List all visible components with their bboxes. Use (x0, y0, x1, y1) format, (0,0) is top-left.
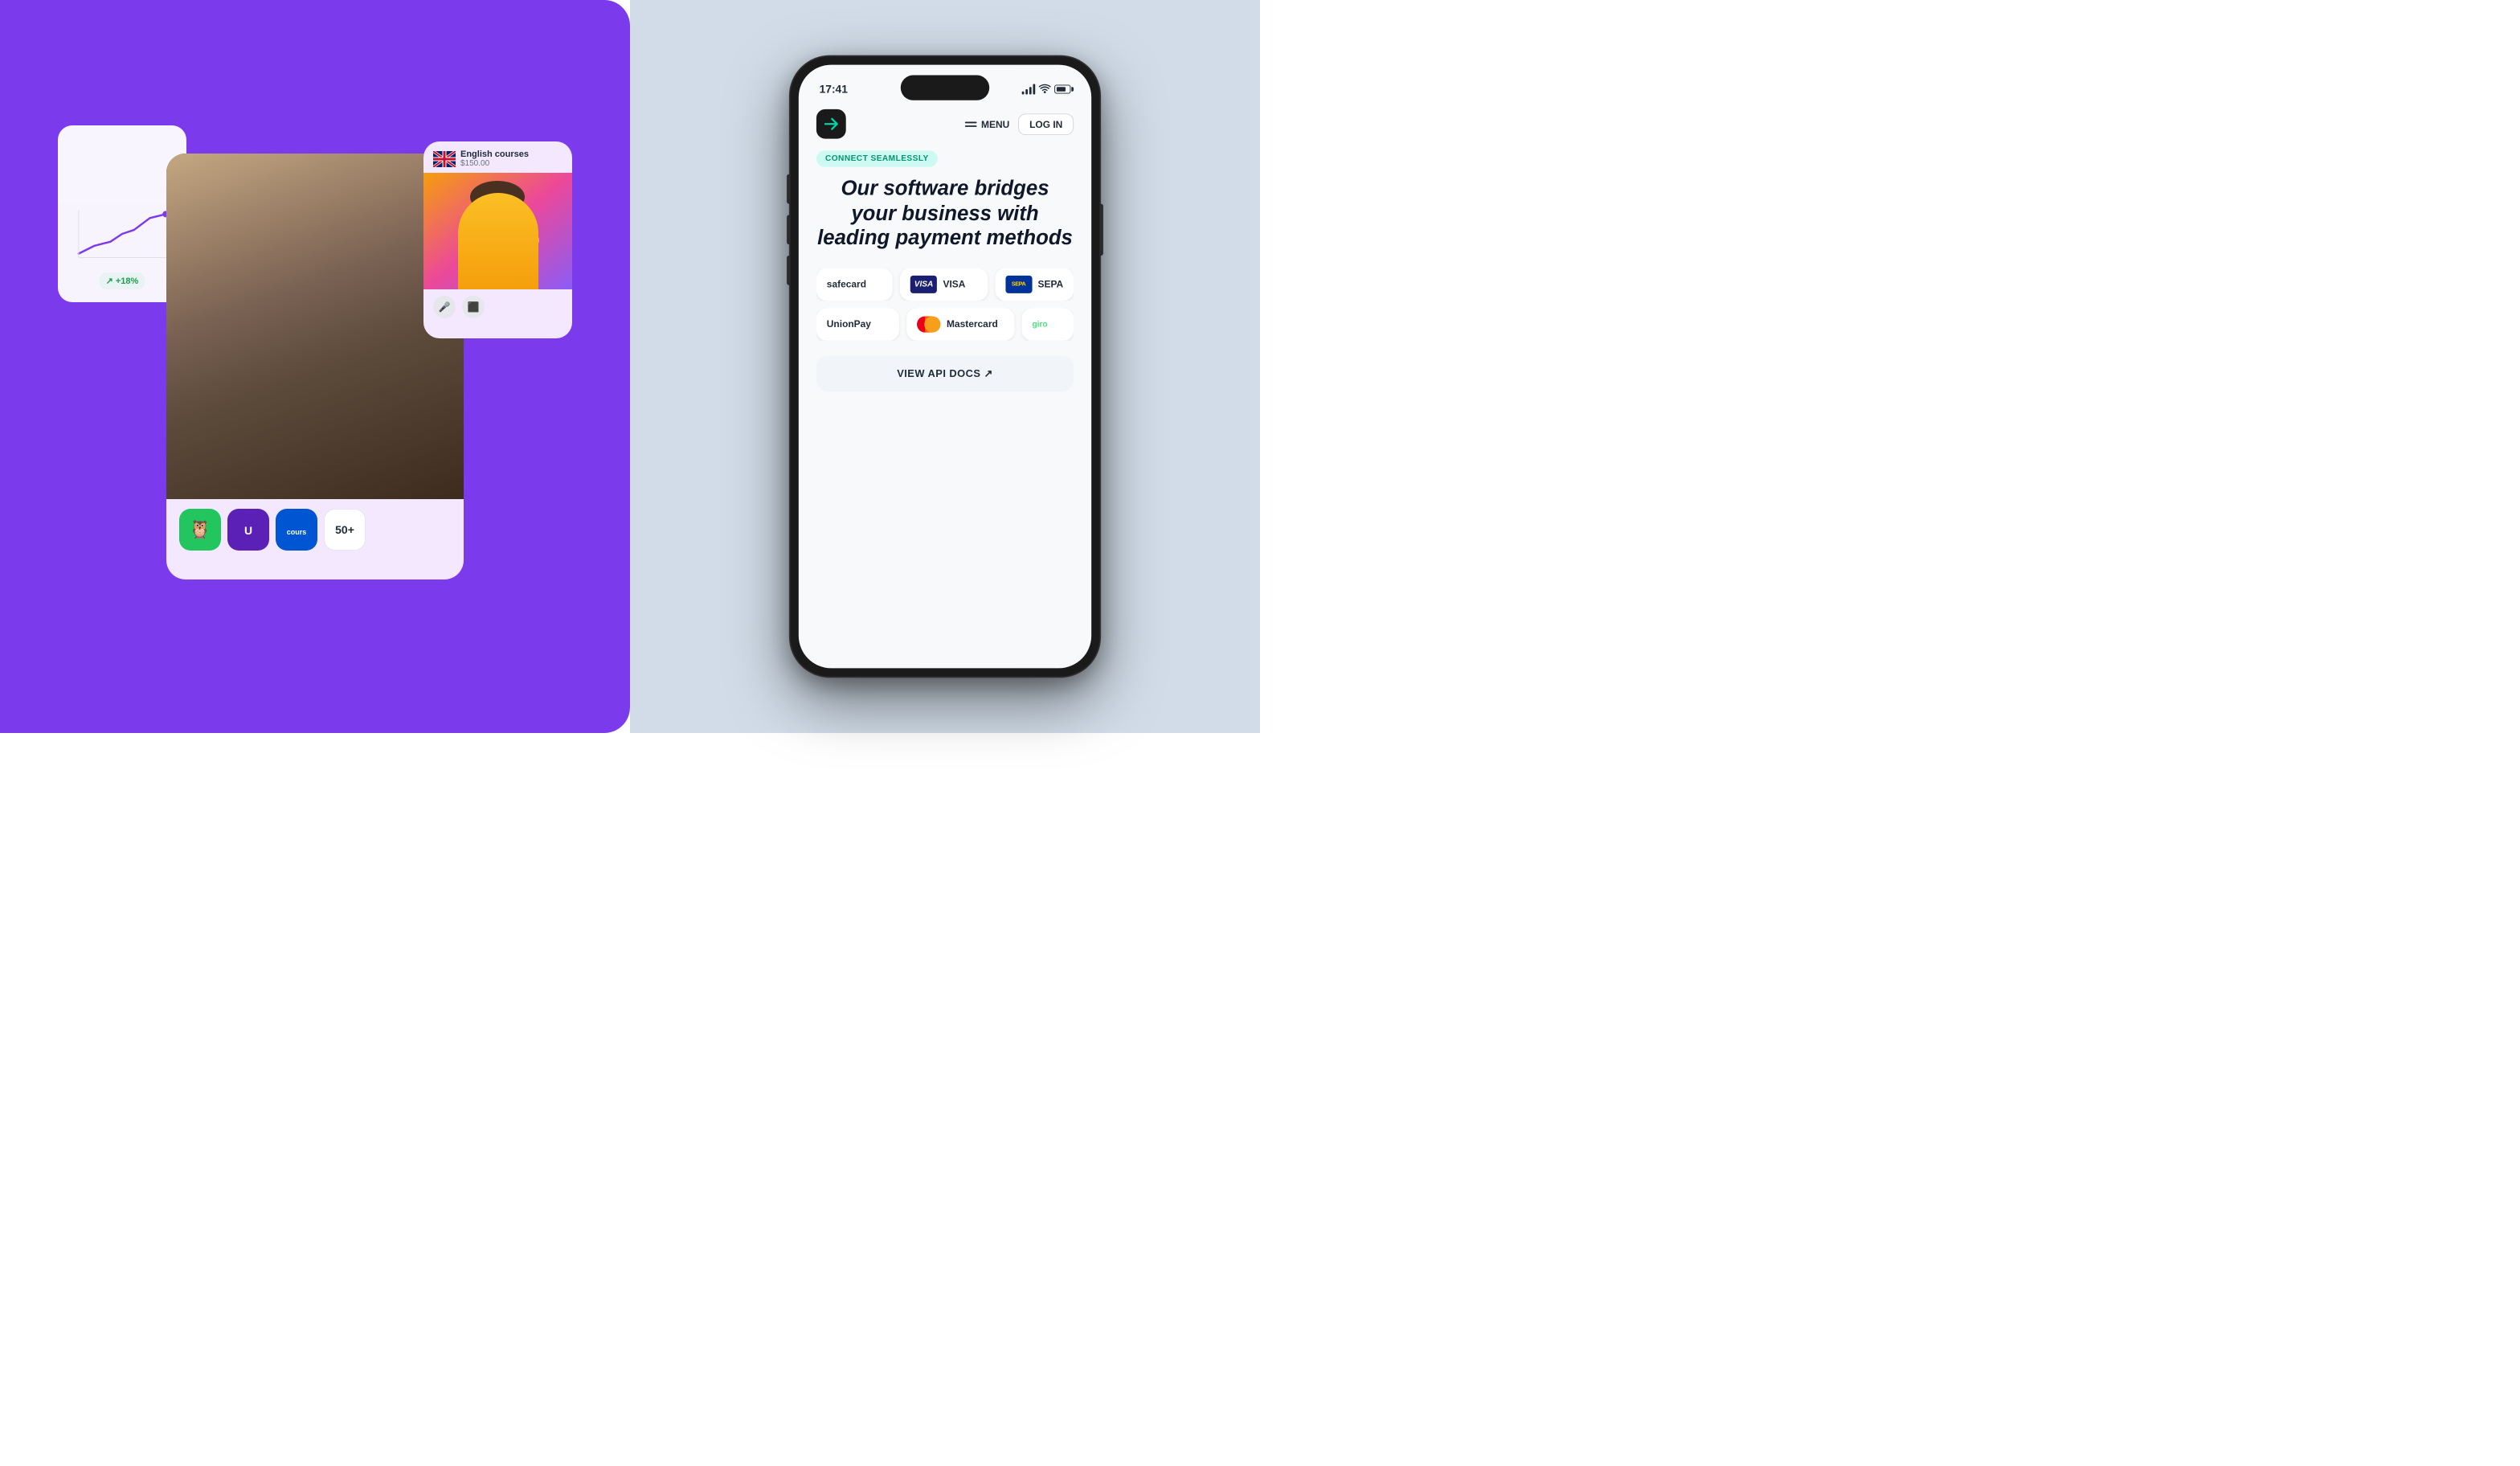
left-inner: ↗ +18% (82, 77, 548, 656)
signal-bars-icon (1022, 84, 1036, 95)
mastercard-pill: Mastercard (906, 308, 1014, 340)
hamburger-icon (965, 121, 977, 126)
phone-outer: 17:41 (790, 56, 1100, 678)
more-apps-icon: 50+ (324, 509, 366, 551)
nav-right: MENU LOG IN (965, 113, 1074, 135)
courses-photo (423, 173, 572, 289)
dynamic-island (901, 76, 989, 100)
duolingo-icon: 🦉 (179, 509, 221, 551)
coursera-icon: cours (276, 509, 317, 551)
phone-nav: MENU LOG IN (816, 103, 1074, 150)
unionpay-label: UnionPay (827, 318, 871, 330)
mic-button[interactable]: 🎤 (433, 296, 456, 318)
chart-area (71, 138, 174, 266)
courses-header: English courses $150.00 (423, 141, 572, 173)
right-panel: 17:41 (630, 0, 1260, 733)
mastercard-label: Mastercard (947, 318, 998, 330)
wifi-icon (1039, 83, 1051, 96)
svg-text:U: U (244, 524, 252, 537)
status-time: 17:41 (820, 83, 848, 96)
left-panel: ↗ +18% (0, 0, 630, 733)
status-icons (1022, 83, 1071, 96)
safecard-label: safecard (827, 279, 866, 290)
uk-flag-icon (433, 151, 456, 167)
udemy-icon: U (227, 509, 269, 551)
connect-badge: CONNECT SEAMLESSLY (816, 150, 938, 166)
trend-chart (71, 202, 174, 266)
logo-arrow-icon (822, 115, 840, 133)
screen-button[interactable]: ⬛ (462, 296, 485, 318)
sepa-icon: SEPA (1005, 276, 1032, 293)
giropay-pill: giro (1022, 308, 1074, 340)
phone-screen: 17:41 (799, 65, 1091, 669)
menu-button[interactable]: MENU (965, 118, 1009, 129)
payment-row-1: safecard VISA VISA SEPA SEPA (816, 268, 1074, 300)
battery-icon (1054, 84, 1070, 93)
unionpay-pill: UnionPay (816, 308, 899, 340)
courses-card: English courses $150.00 (423, 141, 572, 338)
visa-label: VISA (943, 279, 965, 290)
courses-controls: 🎤 ⬛ (423, 289, 572, 325)
courses-title: English courses (460, 149, 529, 159)
nav-logo (816, 109, 846, 139)
phone-headline: Our software bridges your business with … (816, 176, 1074, 251)
phone-content: MENU LOG IN CONNECT SEAMLESSLY Our softw… (799, 103, 1091, 409)
courses-price: $150.00 (460, 159, 529, 168)
apps-row: 🦉 U cours 50+ (166, 499, 464, 560)
svg-text:cours: cours (287, 528, 307, 536)
api-docs-button[interactable]: VIEW API DOCS ↗ (816, 355, 1074, 391)
trend-badge: ↗ +18% (100, 272, 145, 289)
phone-wrapper: 17:41 (790, 56, 1100, 678)
photo-placeholder (166, 154, 464, 499)
sepa-label: SEPA (1038, 279, 1064, 290)
visa-icon: VISA (910, 276, 937, 293)
main-photo-card: 🦉 U cours 50+ (166, 154, 464, 579)
sepa-pill: SEPA SEPA (995, 268, 1074, 300)
mastercard-icon (917, 315, 940, 333)
giropay-label: giro (1033, 320, 1048, 329)
courses-info: English courses $150.00 (460, 149, 529, 168)
visa-pill: VISA VISA (900, 268, 988, 300)
payment-row-2: UnionPay Mastercard (816, 308, 1074, 340)
login-button[interactable]: LOG IN (1018, 113, 1074, 135)
safecard-pill: safecard (816, 268, 893, 300)
